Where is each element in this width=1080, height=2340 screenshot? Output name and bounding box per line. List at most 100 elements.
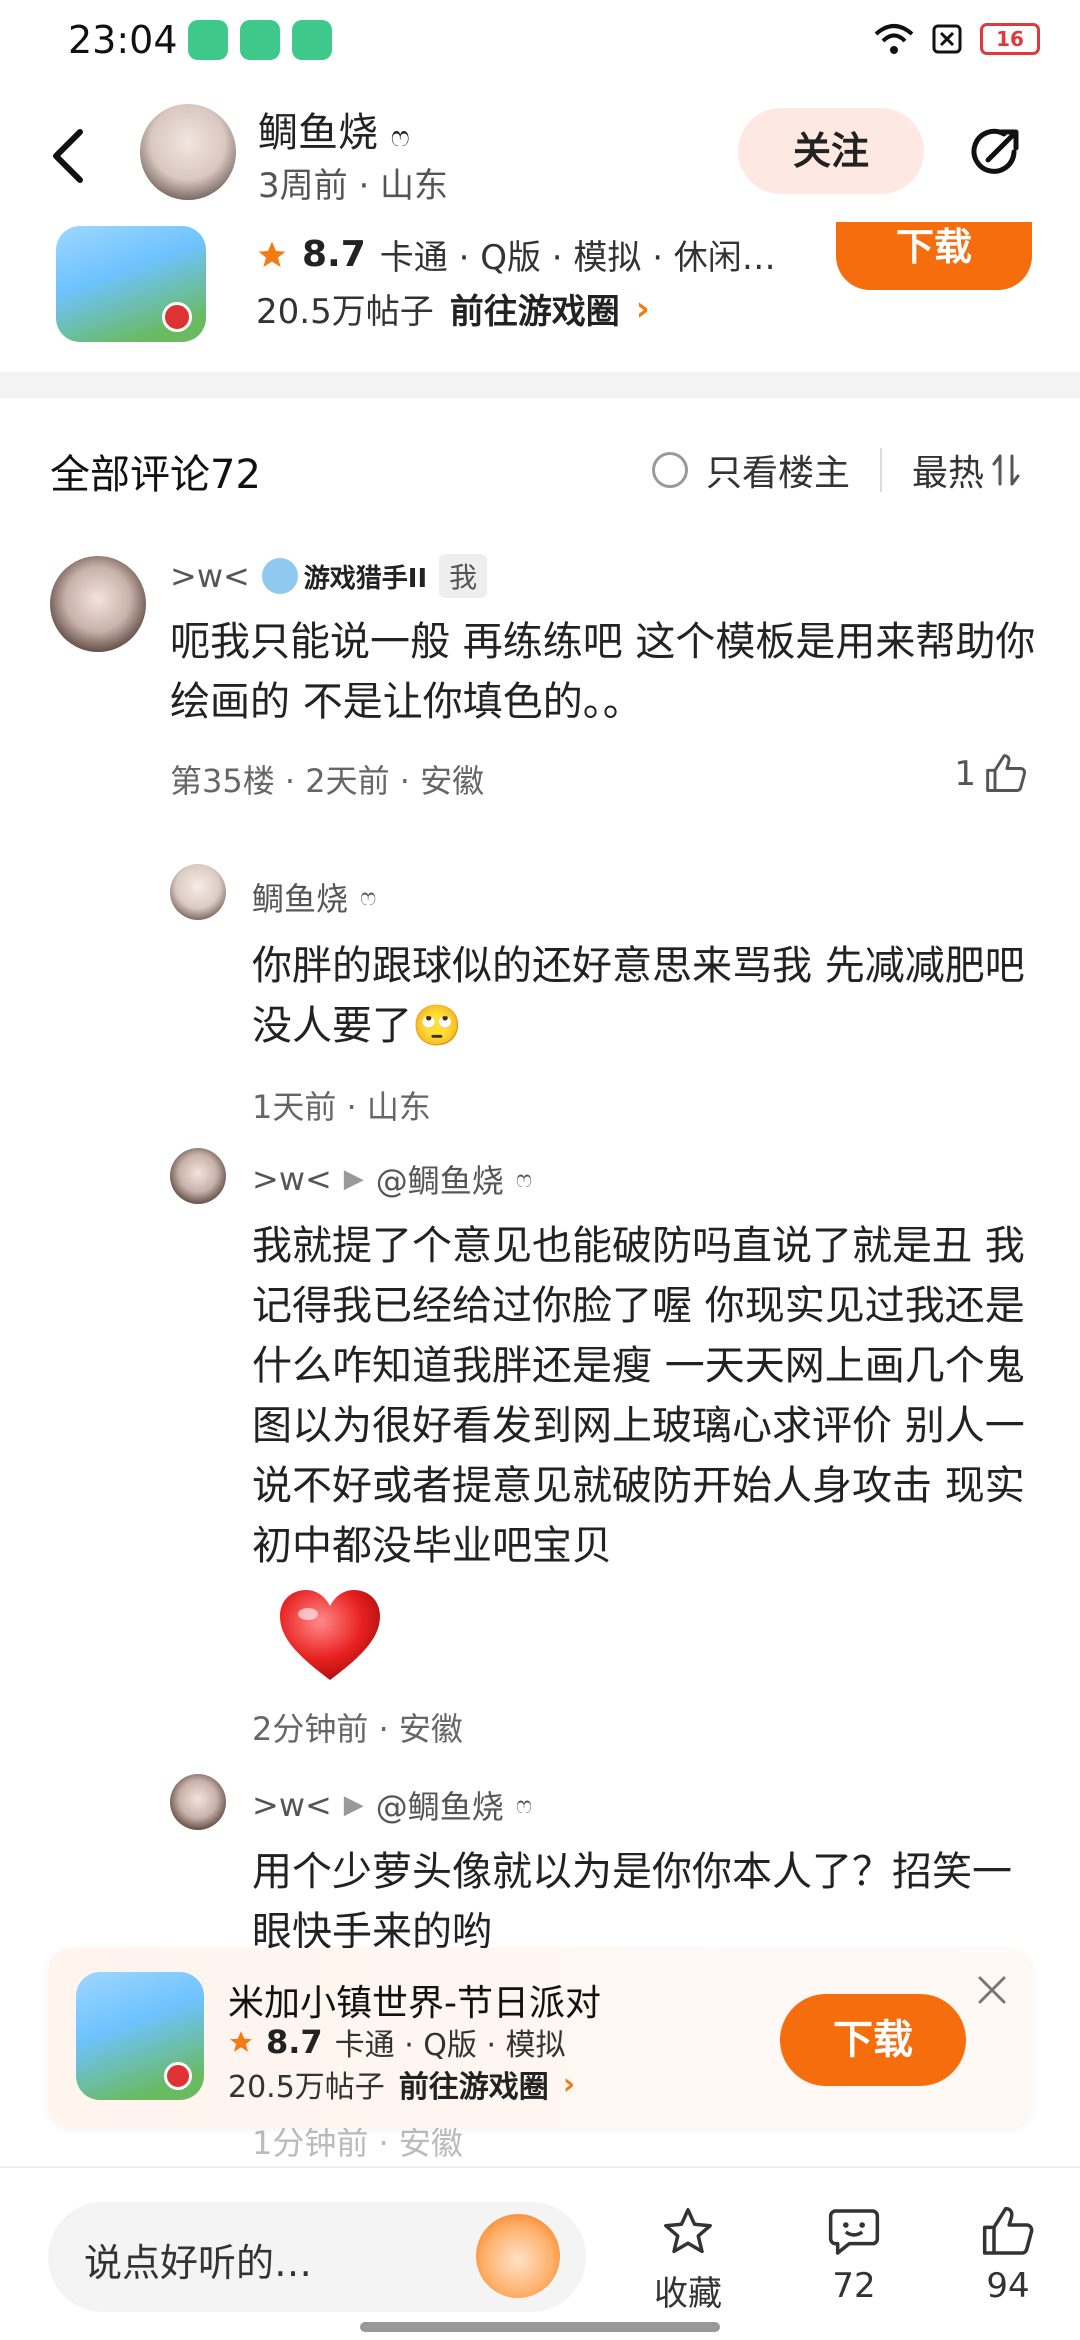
status-time: 23:04 — [68, 18, 178, 62]
game-rating: 8.7 — [266, 2023, 323, 2061]
game-posts-row: 20.5万帖子 前往游戏圈 › — [256, 284, 650, 333]
sort-icon — [992, 454, 1020, 486]
reply-author-mark: ෆ — [360, 883, 377, 911]
chevron-right-icon: › — [562, 2066, 576, 2102]
game-post-count: 20.5万帖子 — [228, 2070, 385, 2105]
reply-to-mark: ෆ — [515, 1165, 533, 1193]
sort-label: 最热 — [912, 453, 985, 494]
comment-text: 呃我只能说一般 再练练吧 这个模板是用来帮助你绘画的 不是让你填色的。。 — [170, 619, 1036, 725]
game-post-count: 20.5万帖子 — [256, 292, 434, 332]
author-avatar[interactable] — [140, 104, 236, 200]
battery-icon: 16 — [980, 23, 1040, 55]
game-rating-row: 8.7 卡通 · Q版 · 模拟 — [228, 2020, 566, 2064]
thumbs-up-icon — [986, 754, 1027, 792]
game-rating: 8.7 — [302, 234, 366, 275]
star-icon — [230, 2031, 252, 2052]
post-header: 鲷鱼烧 ෆ 3周前 · 山东 关注 — [0, 82, 1080, 222]
reply-to-user[interactable]: @鲷鱼烧 — [376, 1782, 504, 1828]
commenter-name[interactable]: >w< 游戏猎手II 我 — [170, 554, 488, 598]
game-hunter-badge-icon — [261, 558, 298, 594]
game-card[interactable]: 8.7 卡通 · Q版 · 模拟 · 休闲… 20.5万帖子 前往游戏圈 › 下… — [0, 222, 1080, 372]
back-arrow-icon[interactable] — [44, 126, 94, 186]
game-tags: 卡通 · Q版 · 模拟 — [334, 2028, 566, 2063]
star-icon — [258, 241, 286, 267]
reply-author-text: >w< — [252, 1786, 332, 1824]
radio-icon[interactable] — [652, 452, 688, 488]
reply-author-text: 鲷鱼烧 — [252, 880, 349, 918]
download-button[interactable]: 下载 — [780, 1994, 966, 2086]
follow-button[interactable]: 关注 — [738, 108, 924, 194]
post-subtitle: 3周前 · 山东 — [258, 166, 449, 206]
reply-avatar[interactable] — [170, 864, 226, 920]
game-app-icon[interactable] — [56, 226, 206, 342]
star-outline-icon — [664, 2208, 712, 2254]
status-bar: 23:04 16 — [0, 0, 1080, 82]
favorite-label: 收藏 — [654, 2274, 722, 2314]
level-badge: 游戏猎手II — [261, 558, 428, 595]
share-icon[interactable] — [964, 120, 1028, 184]
commenter-name-text: >w< — [170, 557, 250, 595]
game-posts-row: 20.5万帖子 前往游戏圈 › — [228, 2062, 575, 2106]
comment-input-placeholder: 说点好听的… — [84, 2241, 313, 2285]
like-post-button[interactable]: 94 — [980, 2204, 1036, 2306]
author-name-mark: ෆ — [390, 120, 410, 153]
reply-author[interactable]: >w< ▶ @鲷鱼烧 ෆ — [252, 1782, 532, 1828]
op-only-label: 只看楼主 — [706, 453, 851, 494]
reply-author[interactable]: 鲷鱼烧 ෆ — [252, 874, 376, 920]
divider — [880, 448, 882, 492]
reply-text: 我就提了个意见也能破防吗直说了就是丑 我记得我已经给过你脸了喔 你现实见过我还是… — [252, 1223, 1025, 1569]
comment-input[interactable]: 说点好听的… — [48, 2202, 586, 2312]
battery-level: 16 — [996, 27, 1024, 51]
game-download-banner[interactable]: 米加小镇世界-节日派对 8.7 卡通 · Q版 · 模拟 20.5万帖子 前往游… — [48, 1948, 1032, 2128]
reply-arrow-icon: ▶ — [343, 1164, 364, 1194]
sort-button[interactable]: 最热 — [912, 444, 1020, 496]
close-icon[interactable] — [972, 1970, 1012, 2010]
like-button[interactable]: 1 — [954, 752, 1028, 796]
like-count: 1 — [954, 754, 976, 794]
reply-to-mark: ෆ — [515, 1791, 533, 1819]
comments-header: 全部评论72 只看楼主 最热 — [0, 430, 1080, 510]
comments-title: 全部评论72 — [50, 452, 261, 498]
comment-bubble-icon — [828, 2209, 880, 2255]
comment-button[interactable]: 72 — [826, 2204, 882, 2306]
goto-game-circle-link[interactable]: 前往游戏圈 — [450, 284, 620, 333]
comment-meta: 第35楼 · 2天前 · 安徽 — [170, 762, 485, 800]
wifi-icon — [874, 24, 914, 54]
heart-sticker-icon — [280, 1590, 380, 1680]
reply-avatar[interactable] — [170, 1774, 226, 1830]
game-title: 米加小镇世界-节日派对 — [228, 1983, 601, 2024]
level-badge-text: 游戏猎手II — [303, 563, 428, 594]
like-count: 94 — [986, 2266, 1030, 2306]
me-tag: 我 — [439, 554, 488, 598]
op-only-toggle[interactable]: 只看楼主 — [652, 444, 850, 496]
reply-to-user[interactable]: @鲷鱼烧 — [376, 1156, 504, 1202]
goto-game-circle-link[interactable]: 前往游戏圈 — [399, 2062, 549, 2106]
download-button[interactable]: 下载 — [836, 222, 1032, 290]
mascot-emoji-icon[interactable] — [476, 2214, 560, 2298]
thumbs-up-icon — [982, 2206, 1034, 2255]
author-name[interactable]: 鲷鱼烧 ෆ — [258, 100, 410, 158]
reply-arrow-icon: ▶ — [343, 1790, 364, 1820]
section-divider — [0, 372, 1080, 398]
favorite-button[interactable]: 收藏 — [654, 2204, 722, 2315]
bottom-action-bar: 说点好听的… 收藏 72 94 — [0, 2166, 1080, 2340]
comment-count: 72 — [832, 2266, 876, 2306]
commenter-avatar[interactable] — [50, 556, 146, 652]
sim-blocked-icon — [932, 24, 962, 54]
message-app-icon — [292, 20, 332, 60]
game-tags: 卡通 · Q版 · 模拟 · 休闲… — [379, 238, 776, 278]
reply-meta: 2分钟前 · 安徽 — [252, 1710, 463, 1748]
battery-saver-icon — [188, 20, 228, 60]
game-rating-row: 8.7 卡通 · Q版 · 模拟 · 休闲… — [256, 230, 776, 279]
reply-author-text: >w< — [252, 1160, 332, 1198]
app-notification-icon — [240, 20, 280, 60]
chevron-right-icon: › — [635, 288, 650, 329]
game-app-icon[interactable] — [76, 1972, 204, 2100]
reply-meta: 1天前 · 山东 — [252, 1088, 431, 1126]
reply-text: 用个少萝头像就以为是你你本人了？招笑一眼快手来的哟 — [252, 1849, 1012, 1955]
author-name-text: 鲷鱼烧 — [258, 110, 378, 156]
reply-author[interactable]: >w< ▶ @鲷鱼烧 ෆ — [252, 1156, 532, 1202]
reply-avatar[interactable] — [170, 1148, 226, 1204]
home-indicator[interactable] — [360, 2322, 720, 2332]
reply-text: 你胖的跟球似的还好意思来骂我 先减减肥吧 没人要了🙄 — [252, 943, 1025, 1049]
